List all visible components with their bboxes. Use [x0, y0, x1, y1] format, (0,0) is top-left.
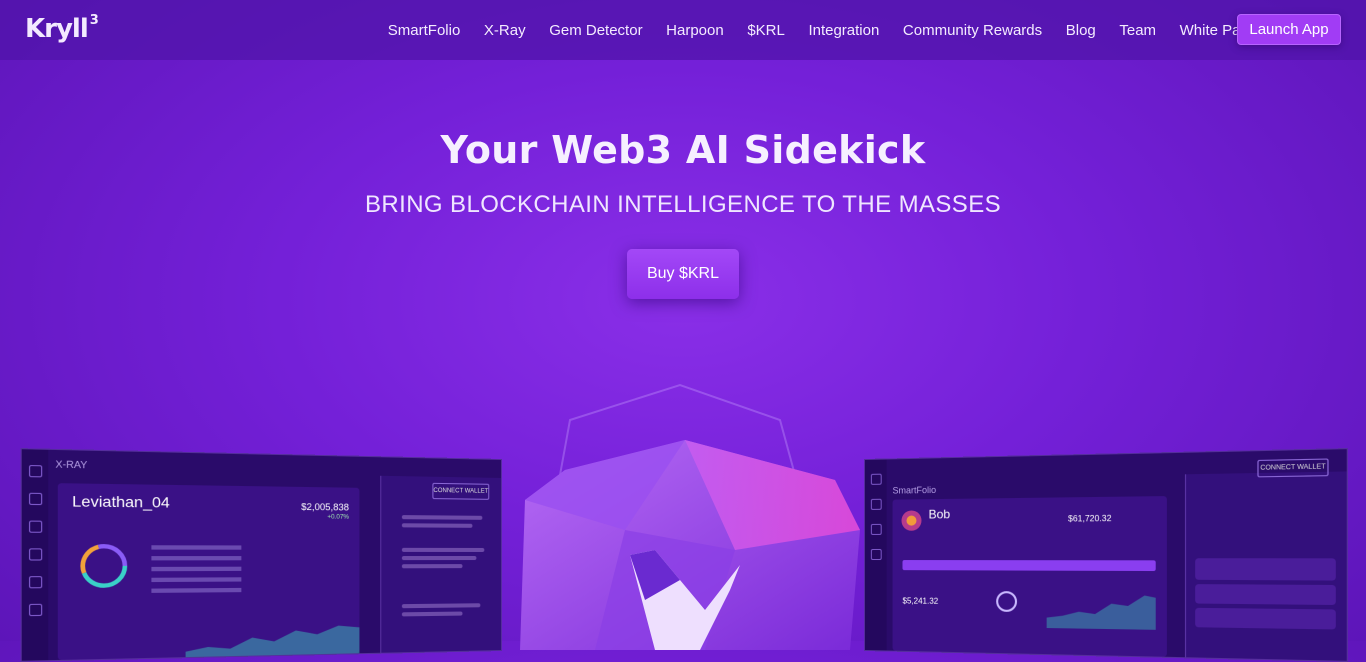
xray-app-label: X-RAY [55, 458, 88, 471]
nav-item-gem-detector[interactable]: Gem Detector [549, 22, 642, 39]
portfolio-area-chart [1046, 594, 1156, 630]
portfolio-card: Bob $61,720.32 $5,241.32 [892, 496, 1167, 657]
settings-icon [28, 576, 42, 589]
portfolio-ring [994, 589, 1019, 614]
kryll-gem-illustration [520, 440, 860, 650]
wallet-change: +0.07% [327, 514, 349, 521]
chart-icon [28, 520, 42, 533]
nav-menu: SmartFolio X-Ray Gem Detector Harpoon $K… [376, 0, 1274, 60]
smartfolio-app-label: SmartFolio [892, 484, 937, 496]
nav-item-blog[interactable]: Blog [1066, 22, 1096, 39]
top-navigation: Kryll 3 SmartFolio X-Ray Gem Detector Ha… [0, 0, 1366, 60]
wallet-area-chart [185, 625, 360, 662]
nav-item-community-rewards[interactable]: Community Rewards [903, 22, 1042, 39]
connect-wallet-button[interactable]: CONNECT WALLET [1257, 458, 1329, 478]
token-list [151, 539, 242, 600]
hero-title: Your Web3 AI Sidekick [440, 128, 926, 172]
avatar [901, 510, 922, 531]
hero-subtitle: BRING BLOCKCHAIN INTELLIGENCE TO THE MAS… [364, 191, 1002, 218]
smartfolio-chat-panel: CONNECT WALLET [1184, 458, 1348, 662]
nav-item-integration[interactable]: Integration [808, 22, 879, 39]
user-name: Bob [928, 507, 951, 522]
rocket-icon [28, 548, 42, 561]
nav-item-harpoon[interactable]: Harpoon [666, 22, 724, 39]
xray-sidebar [21, 449, 49, 661]
logo-icon [28, 464, 42, 478]
settings-icon [870, 548, 882, 561]
portfolio-tab-bar[interactable] [902, 560, 1156, 572]
chart-icon [870, 523, 882, 535]
wallet-name: Leviathan_04 [72, 492, 170, 511]
buy-krl-button[interactable]: Buy $KRL [627, 249, 739, 299]
wallet-icon [870, 498, 882, 510]
wallet-card: Leviathan_04 $2,005,838 +0.07% [57, 483, 360, 662]
wallet-icon [28, 492, 42, 506]
connect-wallet-button[interactable]: CONNECT WALLET [432, 482, 490, 500]
logo-icon [870, 473, 882, 485]
wallet-balance: $2,005,838 [301, 501, 349, 513]
xray-dashboard-preview: X-RAY Leviathan_04 $2,005,838 +0.07% CON… [20, 448, 502, 662]
nav-item-xray[interactable]: X-Ray [484, 22, 526, 39]
smartfolio-sidebar [864, 459, 887, 651]
allocation-donut [74, 538, 133, 593]
launch-app-button[interactable]: Launch App [1237, 14, 1341, 45]
brand-name: Kryll [25, 14, 89, 44]
portfolio-balance: $61,720.32 [1068, 513, 1112, 524]
brand-superscript: 3 [89, 13, 99, 28]
nav-item-team[interactable]: Team [1119, 22, 1156, 39]
portfolio-sub-balance: $5,241.32 [902, 596, 939, 606]
brand-logo[interactable]: Kryll 3 [25, 14, 99, 46]
network-icon [28, 603, 42, 617]
smartfolio-dashboard-preview: SmartFolio Bob $61,720.32 $5,241.32 CONN… [864, 448, 1348, 662]
nav-item-smartfolio[interactable]: SmartFolio [388, 22, 461, 39]
nav-item-krl[interactable]: $KRL [747, 22, 785, 39]
xray-chat-panel: CONNECT WALLET [380, 475, 502, 661]
